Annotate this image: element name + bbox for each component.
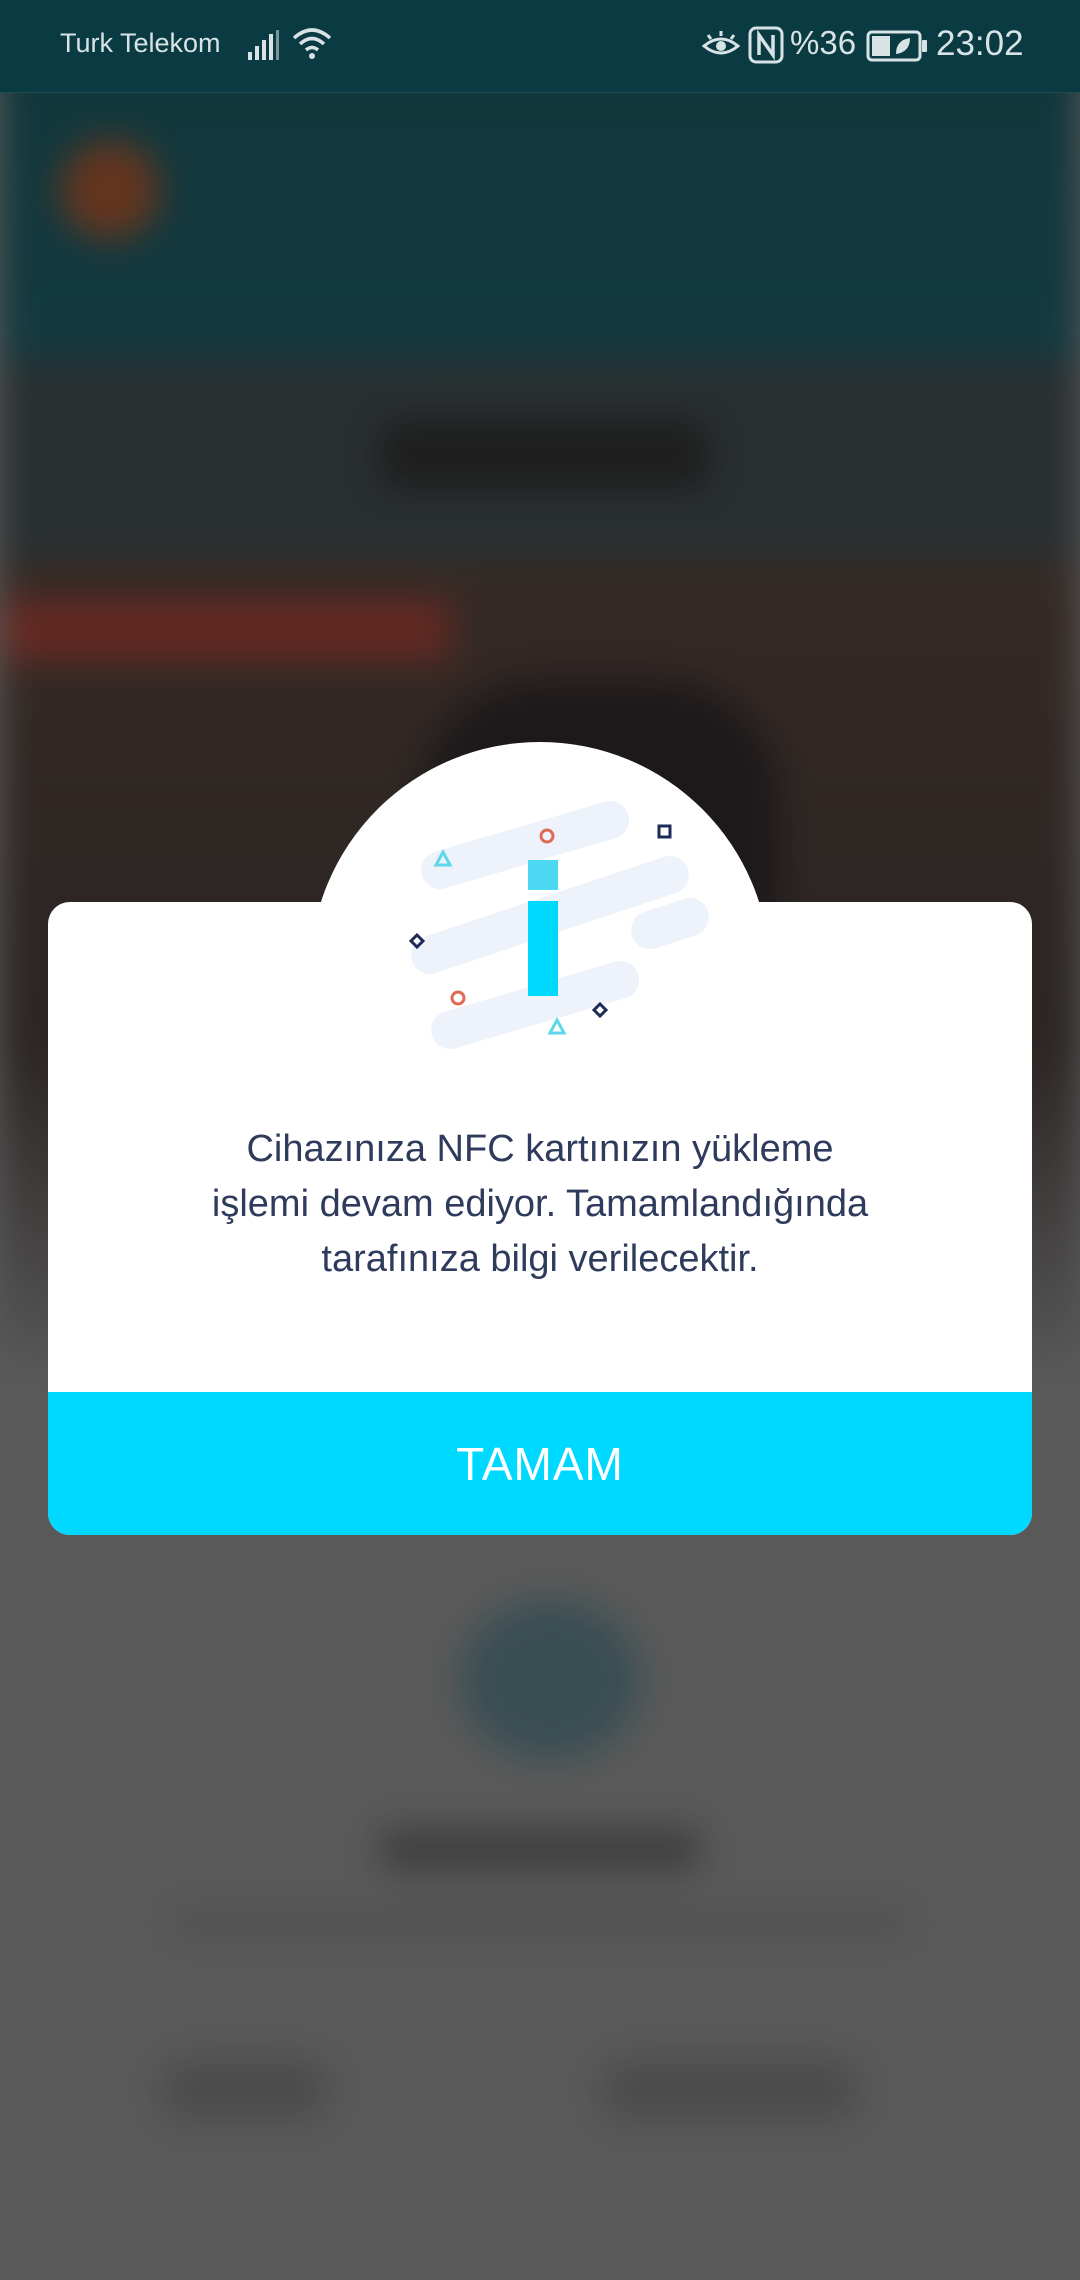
wifi-icon <box>292 28 332 59</box>
eye-comfort-icon <box>702 31 740 55</box>
message-line-1: Cihazınıza NFC kartınızın yükleme <box>246 1128 834 1170</box>
ok-button[interactable]: TAMAM <box>48 1392 1032 1535</box>
illustration-streaks <box>411 801 709 1049</box>
status-bar: Turk Telekom %36 23:02 <box>0 0 1080 93</box>
clock: 23:02 <box>936 24 1024 63</box>
info-dot <box>528 860 558 890</box>
info-icon <box>408 801 709 1049</box>
info-stem <box>528 901 558 996</box>
message-line-3: tarafınıza bilgi verilecektir. <box>321 1238 759 1280</box>
dialog-message: Cihazınıza NFC kartınızın yükleme işlemi… <box>48 1122 1032 1287</box>
carrier-name: Turk Telekom <box>60 28 221 58</box>
nfc-icon <box>748 26 784 64</box>
signal-icon <box>248 30 279 60</box>
battery-icon <box>866 30 927 62</box>
message-line-2: işlemi devam ediyor. Tamamlandığında <box>211 1183 869 1225</box>
battery-percent: %36 <box>790 24 857 61</box>
